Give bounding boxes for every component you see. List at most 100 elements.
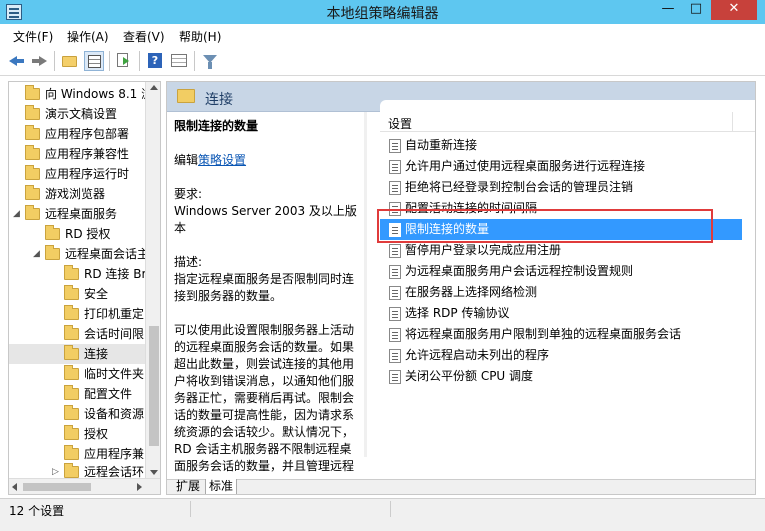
tree-item[interactable]: 配置文件 xyxy=(9,384,145,404)
tree-item[interactable]: 安全 xyxy=(9,284,145,304)
column-divider[interactable] xyxy=(732,112,733,132)
policy-setting-icon xyxy=(389,181,401,195)
list-item[interactable]: 允许远程启动未列出的程序 xyxy=(380,345,742,366)
tab-standard[interactable]: 标准 xyxy=(205,479,238,494)
folder-icon xyxy=(25,185,40,200)
tree-item[interactable]: 应用程序兼 xyxy=(9,444,145,464)
export-list-icon xyxy=(117,53,129,67)
forward-button[interactable] xyxy=(29,51,49,71)
list-item-selected[interactable]: 限制连接的数量 xyxy=(380,219,742,240)
folder-icon xyxy=(64,305,79,320)
filter-button[interactable] xyxy=(200,51,220,71)
help-icon: ? xyxy=(148,53,162,68)
folder-icon xyxy=(64,445,79,460)
menu-bar: 文件(F) 操作(A) 查看(V) 帮助(H) xyxy=(0,24,765,46)
list-header: 设置 xyxy=(380,112,755,132)
title-bar: 本地组策略编辑器 — □ ✕ xyxy=(0,0,765,24)
list-item[interactable]: 配置活动连接的时间间隔 xyxy=(380,198,742,219)
tree-item[interactable]: 游戏浏览器 xyxy=(9,184,145,204)
forward-icon xyxy=(32,56,47,66)
tree-item[interactable]: 临时文件夹 xyxy=(9,364,145,384)
back-button[interactable] xyxy=(7,51,27,71)
list-item[interactable]: 自动重新连接 xyxy=(380,135,742,156)
content-header-title: 连接 xyxy=(205,92,233,108)
toolbar-separator xyxy=(194,51,195,71)
tree-item[interactable]: 应用程序运行时 xyxy=(9,164,145,184)
policy-setting-icon xyxy=(389,244,401,258)
tree-item[interactable]: 应用程序包部署 xyxy=(9,124,145,144)
show-hide-tree-button[interactable] xyxy=(84,51,104,71)
folder-icon xyxy=(64,385,79,400)
list-item[interactable]: 为远程桌面服务用户会话远程控制设置规则 xyxy=(380,261,742,282)
menu-file[interactable]: 文件(F) xyxy=(13,28,53,45)
maximize-button[interactable]: □ xyxy=(683,0,709,20)
tree-vertical-scrollbar[interactable] xyxy=(145,82,160,478)
tab-extended[interactable]: 扩展 xyxy=(173,479,203,494)
menu-action[interactable]: 操作(A) xyxy=(67,28,109,45)
description-scrollbar[interactable] xyxy=(364,112,367,457)
list-item[interactable]: 关闭公平份额 CPU 调度 xyxy=(380,366,742,387)
tree-item[interactable]: 应用程序兼容性 xyxy=(9,144,145,164)
scroll-thumb[interactable] xyxy=(23,483,91,491)
description-body: 可以使用此设置限制服务器上活动的远程桌面服务会话的数量。如果超出此数量，则尝试连… xyxy=(174,323,355,473)
tree-horizontal-scrollbar[interactable] xyxy=(9,478,160,494)
collapse-toggle[interactable]: ◢ xyxy=(33,244,43,264)
list-scrollbar[interactable] xyxy=(743,133,755,479)
scroll-thumb[interactable] xyxy=(149,326,159,446)
export-list-button[interactable] xyxy=(114,51,134,71)
folder-icon xyxy=(64,325,79,340)
tree-item[interactable]: RD 连接 Br xyxy=(9,264,146,284)
properties-icon xyxy=(171,54,187,67)
status-divider xyxy=(390,501,391,517)
policy-setting-icon xyxy=(389,370,401,384)
tree-item[interactable]: 演示文稿设置 xyxy=(9,104,145,124)
policy-setting-icon xyxy=(389,286,401,300)
policy-setting-icon xyxy=(389,139,401,153)
requirements-label: 要求: xyxy=(174,187,203,201)
navigation-tree: 向 Windows 8.1 浏 演示文稿设置 应用程序包部署 应用程序兼容性 应… xyxy=(8,81,161,495)
tree-item[interactable]: 设备和资源 xyxy=(9,404,145,424)
properties-button[interactable] xyxy=(169,51,189,71)
tree-item[interactable]: 授权 xyxy=(9,424,145,444)
close-button[interactable]: ✕ xyxy=(711,0,757,20)
folder-icon xyxy=(64,265,79,280)
scroll-left-icon[interactable] xyxy=(12,483,17,491)
column-header-setting[interactable]: 设置 xyxy=(388,115,412,132)
menu-view[interactable]: 查看(V) xyxy=(123,28,165,45)
list-item[interactable]: 将远程桌面服务用户限制到单独的远程桌面服务会话 xyxy=(380,324,742,345)
collapse-toggle[interactable]: ◢ xyxy=(13,204,23,224)
tree-item[interactable]: 向 Windows 8.1 浏 xyxy=(9,84,153,104)
menu-help[interactable]: 帮助(H) xyxy=(179,28,221,45)
tree-item-selected[interactable]: 连接 xyxy=(9,344,145,364)
list-item[interactable]: 拒绝将已经登录到控制台会话的管理员注销 xyxy=(380,177,742,198)
list-item[interactable]: 选择 RDP 传输协议 xyxy=(380,303,742,324)
description-text: 指定远程桌面服务是否限制同时连接到服务器的数量。 xyxy=(174,272,355,303)
settings-list: 设置 自动重新连接 允许用户通过使用远程桌面服务进行远程连接 拒绝将已经登录到控… xyxy=(380,100,755,479)
view-tabs: 扩展 标准 xyxy=(167,479,755,494)
minimize-button[interactable]: — xyxy=(655,0,681,20)
policy-setting-icon xyxy=(389,307,401,321)
folder-open-icon xyxy=(25,205,40,220)
tree-item[interactable]: 打印机重定 xyxy=(9,304,145,324)
scroll-up-icon[interactable] xyxy=(150,85,158,90)
back-icon xyxy=(9,56,24,66)
tree-item[interactable]: RD 授权 xyxy=(9,224,145,244)
edit-policy-link[interactable]: 策略设置 xyxy=(198,153,246,167)
window-title: 本地组策略编辑器 xyxy=(326,6,439,22)
list-item[interactable]: 暂停用户登录以完成应用注册 xyxy=(380,240,742,261)
list-item[interactable]: 在服务器上选择网络检测 xyxy=(380,282,742,303)
scroll-down-icon[interactable] xyxy=(150,470,158,475)
help-button[interactable]: ? xyxy=(145,51,165,71)
show-hide-tree-icon xyxy=(88,55,101,68)
up-one-level-button[interactable] xyxy=(60,51,80,71)
filter-icon xyxy=(203,55,217,69)
folder-icon xyxy=(64,463,79,478)
status-divider xyxy=(190,501,191,517)
tree-item[interactable]: ◢ 远程桌面服务 xyxy=(9,204,145,224)
policy-setting-icon xyxy=(389,223,401,237)
list-item[interactable]: 允许用户通过使用远程桌面服务进行远程连接 xyxy=(380,156,742,177)
description-label: 描述: xyxy=(174,255,203,269)
scroll-right-icon[interactable] xyxy=(137,483,142,491)
tree-item[interactable]: 会话时间限 xyxy=(9,324,145,344)
tree-item[interactable]: ◢ 远程桌面会话主 xyxy=(9,244,149,264)
